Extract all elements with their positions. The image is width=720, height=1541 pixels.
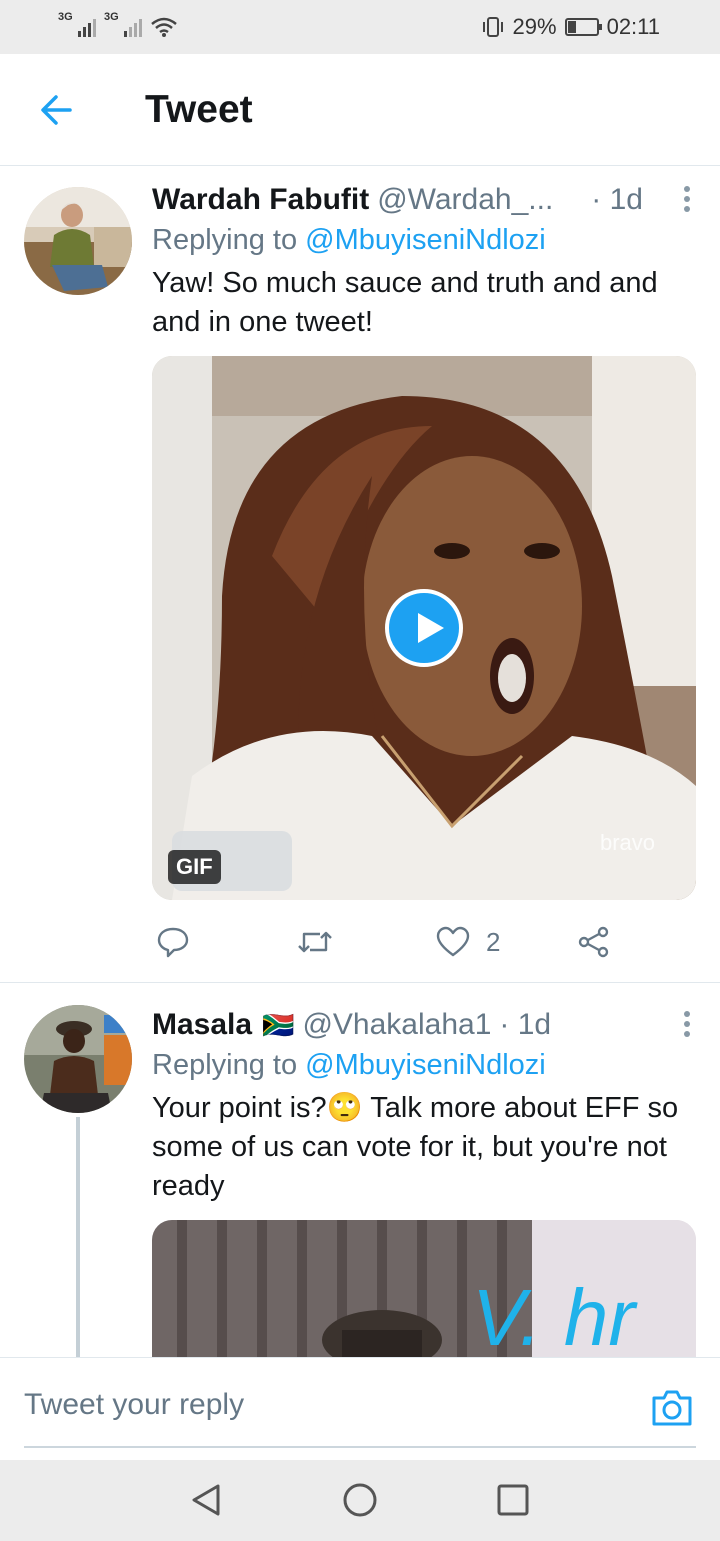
status-right: 29% 02:11: [481, 14, 660, 40]
media-scribble: V. hr: [472, 1273, 638, 1357]
share-button[interactable]: [576, 922, 612, 962]
thread-line: [76, 1117, 80, 1357]
clock: 02:11: [606, 14, 660, 39]
tweet-body: Wardah Fabufit @Wardah_... · 1d Replying…: [152, 180, 696, 900]
tweet-time: · 1d: [499, 1008, 552, 1041]
battery-percent: 29%: [512, 14, 557, 39]
tweet-text: Your point is?🙄 Talk more about EFF so s…: [152, 1092, 679, 1202]
image-thumbnail: V. hr: [152, 1220, 696, 1357]
tweet-header: Masala 🇿🇦 @Vhakalaha1 · 1d: [152, 1005, 696, 1045]
avatar[interactable]: [24, 1005, 132, 1113]
tweet-text: Yaw! So much sauce and truth and and and…: [152, 267, 658, 338]
signal-icon: 3G: [58, 11, 96, 37]
flag-emoji: 🇿🇦: [262, 1009, 295, 1040]
mention-link[interactable]: @MbuyiseniNdlozi: [305, 1049, 546, 1081]
nav-recents-icon[interactable]: [493, 1480, 533, 1520]
retweet-button[interactable]: [296, 922, 334, 962]
system-nav-bar: [0, 1460, 720, 1541]
tweet[interactable]: Wardah Fabufit @Wardah_... · 1d Replying…: [0, 166, 720, 982]
status-bar: 3G 3G 29% 02:11: [0, 0, 720, 54]
tweet-detail-screen: 3G 3G 29% 02:11 Tweet Wardah Fabufit @Wa…: [0, 0, 720, 1541]
share-icon: [578, 926, 609, 958]
more-vertical-icon[interactable]: [672, 182, 702, 216]
battery-icon: [564, 18, 602, 36]
nav-back-icon[interactable]: [186, 1480, 226, 1520]
app-header: Tweet: [0, 54, 720, 166]
replying-prefix: Replying to: [152, 1049, 298, 1081]
tweet[interactable]: Masala 🇿🇦 @Vhakalaha1 · 1d Replying to @…: [0, 983, 720, 1357]
reply-input[interactable]: Tweet your reply: [24, 1388, 604, 1422]
play-button[interactable]: [385, 589, 463, 667]
vibrate-icon: [482, 17, 503, 37]
signal-icon: 3G: [104, 11, 142, 37]
replying-to: Replying to @MbuyiseniNdlozi: [152, 1045, 696, 1085]
arrow-left-icon[interactable]: [36, 90, 76, 130]
author-handle[interactable]: @Wardah_...: [377, 183, 553, 217]
tweet-body: Masala 🇿🇦 @Vhakalaha1 · 1d Replying to @…: [152, 1005, 696, 1357]
replying-prefix: Replying to: [152, 224, 298, 256]
gif-badge: GIF: [168, 850, 221, 884]
mention-link[interactable]: @MbuyiseniNdlozi: [305, 224, 546, 256]
like-count: 2: [486, 926, 501, 957]
reply-underline: [24, 1446, 696, 1448]
bravo-watermark: bravo: [600, 830, 655, 855]
replying-to: Replying to @MbuyiseniNdlozi: [152, 220, 696, 260]
page-title: Tweet: [145, 88, 253, 131]
like-button[interactable]: 2: [436, 922, 500, 962]
author-name[interactable]: Masala: [152, 1008, 252, 1042]
tweet-actions: 2: [152, 922, 632, 962]
network-type-1: 3G: [58, 11, 73, 23]
reply-composer: Tweet your reply: [0, 1357, 720, 1460]
more-vertical-icon[interactable]: [672, 1007, 702, 1041]
avatar[interactable]: [24, 187, 132, 295]
retweet-icon: [298, 931, 332, 953]
author-handle[interactable]: @Vhakalaha1: [302, 1008, 491, 1042]
wifi-icon: [151, 17, 177, 37]
reply-button[interactable]: [156, 922, 190, 962]
nav-home-icon[interactable]: [340, 1480, 380, 1520]
network-type-2: 3G: [104, 11, 119, 23]
author-name[interactable]: Wardah Fabufit: [152, 183, 369, 217]
status-left: 3G 3G: [58, 11, 178, 38]
camera-icon[interactable]: [650, 1386, 694, 1430]
image-media[interactable]: V. hr: [152, 1220, 696, 1357]
tweet-header: Wardah Fabufit @Wardah_... · 1d: [152, 180, 696, 220]
gif-media[interactable]: bravo GIF: [152, 356, 696, 900]
tweet-time: · 1d: [591, 183, 643, 216]
heart-icon: [436, 926, 470, 957]
reply-icon: [157, 927, 189, 958]
